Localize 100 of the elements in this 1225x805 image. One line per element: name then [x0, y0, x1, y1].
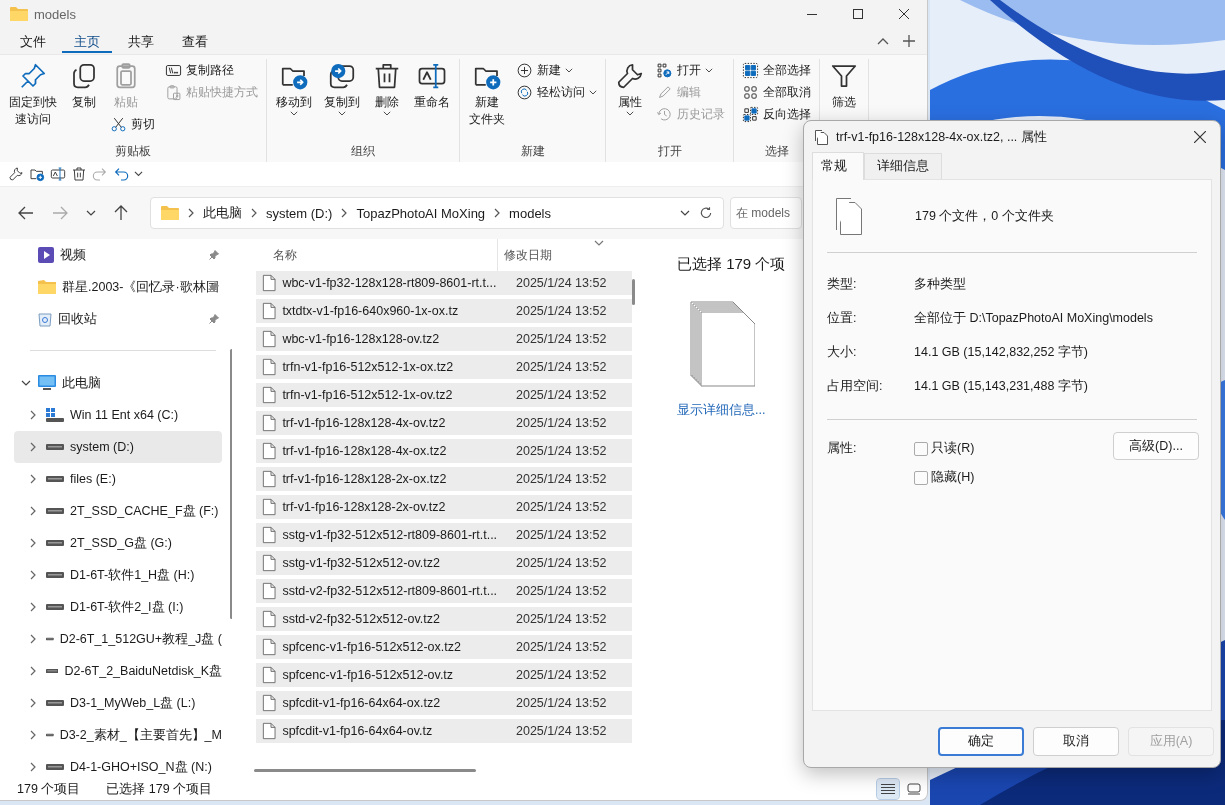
ribbon-button[interactable]: 复制到: [319, 59, 365, 118]
chevron-icon[interactable]: [28, 442, 38, 452]
ribbon-button[interactable]: 全部选择: [738, 59, 815, 81]
selection-title: 已选择 179 个项: [677, 255, 786, 274]
file-row[interactable]: trf-v1-fp16-128x128-4x-ov.tz2 2025/1/24 13:52: [256, 411, 632, 435]
ribbon-button[interactable]: 轻松访问: [512, 81, 601, 103]
dialog-tab[interactable]: 详细信息: [864, 153, 942, 179]
video-icon: [38, 247, 54, 263]
pin-icon[interactable]: [208, 281, 220, 293]
ribbon-tab[interactable]: 共享: [116, 29, 166, 53]
drive-icon: [46, 636, 54, 642]
breadcrumb-item[interactable]: models: [509, 205, 551, 221]
file-row[interactable]: trfn-v1-fp16-512x512-1x-ox.tz2 2025/1/24 13:52: [256, 355, 632, 379]
ribbon-button[interactable]: 属性: [610, 59, 650, 118]
chevron-icon[interactable]: [28, 570, 38, 580]
breadcrumb-item[interactable]: TopazPhotoAI MoXing: [356, 205, 486, 221]
file-row[interactable]: trf-v1-fp16-128x128-4x-ox.tz2 2025/1/24 13:52: [256, 439, 632, 463]
ribbon-button[interactable]: 复制路径: [161, 59, 238, 81]
chevron-icon[interactable]: [28, 634, 38, 644]
file-row[interactable]: trfn-v1-fp16-512x512-1x-ov.tz2 2025/1/24 13:52: [256, 383, 632, 407]
file-icon: [262, 274, 277, 292]
ribbon-button[interactable]: 剪切: [106, 113, 159, 135]
sidebar-item[interactable]: D1-6T-软件2_I盘 (I:): [14, 591, 222, 623]
ribbon-tab[interactable]: 查看: [170, 29, 220, 53]
sidebar-item[interactable]: D3-2_素材_【主要首先】_M: [14, 719, 222, 751]
chevron-icon[interactable]: [28, 474, 38, 484]
ribbon-button[interactable]: 全部取消: [738, 81, 815, 103]
file-row[interactable]: trf-v1-fp16-128x128-2x-ox.tz2 2025/1/24 13:52: [256, 467, 632, 491]
ribbon-tab[interactable]: 文件: [8, 29, 58, 53]
sidebar-item[interactable]: D2-6T_1_512GU+教程_J盘 (: [14, 623, 222, 655]
details-view-button[interactable]: [877, 779, 899, 799]
file-row[interactable]: trf-v1-fp16-128x128-2x-ov.tz2 2025/1/24 13:52: [256, 495, 632, 519]
sidebar-item[interactable]: 2T_SSD_G盘 (G:): [14, 527, 222, 559]
sidebar-item[interactable]: 视频: [14, 239, 222, 271]
scrollbar[interactable]: [632, 279, 635, 305]
ribbon-button[interactable]: 新建 文件夹: [464, 59, 510, 130]
up-icon[interactable]: [114, 205, 128, 221]
chevron-icon[interactable]: [28, 762, 38, 772]
file-row[interactable]: spfcdit-v1-fp16-64x64-ov.tz 2025/1/24 13:52: [256, 719, 632, 743]
file-row[interactable]: sstd-v2-fp32-512x512-rt809-8601-rt.t... 2025/1/24 13:52: [256, 579, 632, 603]
breadcrumb-item[interactable]: 此电脑: [203, 204, 242, 222]
dialog-button[interactable]: 确定: [938, 727, 1024, 756]
ribbon-button[interactable]: 重命名: [409, 59, 455, 113]
chevron-icon[interactable]: [28, 698, 38, 708]
file-row[interactable]: wbc-v1-fp16-128x128-ov.tz2 2025/1/24 13:52: [256, 327, 632, 351]
chevron-icon[interactable]: [28, 538, 38, 548]
checkbox-square[interactable]: [914, 441, 928, 456]
ribbon-button[interactable]: 新建: [512, 59, 577, 81]
pin-icon[interactable]: [208, 313, 220, 325]
breadcrumb-item[interactable]: system (D:): [266, 205, 333, 221]
sidebar-item[interactable]: D2-6T_2_BaiduNetdisk_K盘: [14, 655, 222, 687]
chevron-icon[interactable]: [28, 506, 38, 516]
file-row[interactable]: spfcenc-v1-fp16-512x512-ox.tz2 2025/1/24 13:52: [256, 635, 632, 659]
advanced-button[interactable]: 高级(D)...: [1113, 432, 1199, 460]
ribbon-button[interactable]: 固定到快 速访问: [4, 59, 62, 130]
sidebar-item[interactable]: files (E:): [14, 463, 222, 495]
scrollbar[interactable]: [254, 769, 476, 772]
undo-icon[interactable]: [113, 166, 129, 182]
file-row[interactable]: sstg-v1-fp32-512x512-rt809-8601-rt.t... 2025/1/24 13:52: [256, 523, 632, 547]
chevron-icon[interactable]: [28, 602, 38, 612]
checkbox-square[interactable]: [914, 470, 928, 485]
plus-icon[interactable]: [903, 35, 915, 47]
ribbon-button[interactable]: 筛选: [824, 59, 864, 113]
pin-icon[interactable]: [208, 249, 220, 261]
collapse-ribbon-icon[interactable]: [877, 37, 889, 45]
search-field[interactable]: 在 models: [730, 197, 802, 229]
address-bar[interactable]: 此电脑 system (D:) TopazPhotoAI MoXing models: [150, 197, 724, 229]
expanded-chevron-icon[interactable]: [21, 378, 31, 388]
checkbox[interactable]: 只读(R): [914, 440, 1113, 457]
file-row[interactable]: wbc-v1-fp32-128x128-rt809-8601-rt.t... 2025/1/24 13:52: [256, 271, 632, 295]
dialog-button[interactable]: 取消: [1033, 727, 1119, 756]
show-details-link[interactable]: 显示详细信息...: [677, 402, 766, 419]
chevron-icon[interactable]: [28, 410, 38, 420]
sidebar-item[interactable]: 2T_SSD_CACHE_F盘 (F:): [14, 495, 222, 527]
sidebar-item[interactable]: D1-6T-软件1_H盘 (H:): [14, 559, 222, 591]
sidebar-item[interactable]: D4-1-GHO+ISO_N盘 (N:): [14, 751, 222, 778]
refresh-icon[interactable]: [699, 206, 713, 220]
file-row[interactable]: txtdtx-v1-fp16-640x960-1x-ox.tz 2025/1/24 13:52: [256, 299, 632, 323]
ribbon-button[interactable]: 反向选择: [738, 103, 815, 125]
sidebar-item[interactable]: system (D:): [14, 431, 222, 463]
checkbox[interactable]: 隐藏(H): [914, 469, 1113, 486]
sidebar-item[interactable]: 回收站: [14, 303, 222, 335]
ribbon-button[interactable]: 移动到: [271, 59, 317, 118]
file-row[interactable]: spfcdit-v1-fp16-64x64-ox.tz2 2025/1/24 13:52: [256, 691, 632, 715]
ribbon-button[interactable]: 打开: [652, 59, 717, 81]
computer-icon: [38, 375, 56, 391]
ribbon-button[interactable]: 删除: [367, 59, 407, 118]
chevron-icon[interactable]: [28, 730, 38, 740]
column-header[interactable]: 修改日期: [498, 246, 552, 264]
chevron-icon[interactable]: [28, 666, 38, 676]
sidebar-item[interactable]: Win 11 Ent x64 (C:): [14, 399, 222, 431]
back-icon[interactable]: [18, 206, 34, 220]
dialog-tab[interactable]: 常规: [812, 152, 864, 180]
file-row[interactable]: spfcenc-v1-fp16-512x512-ov.tz 2025/1/24 13:52: [256, 663, 632, 687]
file-row[interactable]: sstg-v1-fp32-512x512-ov.tz2 2025/1/24 13:52: [256, 551, 632, 575]
list-icon: [881, 783, 895, 795]
sidebar-item[interactable]: D3-1_MyWeb_L盘 (L:): [14, 687, 222, 719]
file-row[interactable]: sstd-v2-fp32-512x512-ov.tz2 2025/1/24 13:52: [256, 607, 632, 631]
sidebar-item[interactable]: 此电脑: [14, 367, 222, 399]
ribbon-button[interactable]: 复制: [64, 59, 104, 113]
